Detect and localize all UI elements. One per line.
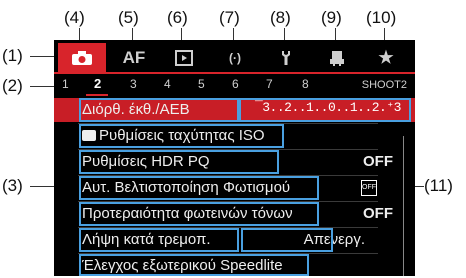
page-3[interactable]: 3 (130, 77, 137, 91)
callout-8: (8) (270, 8, 291, 27)
page-label: SHOOT2 (361, 79, 407, 91)
page-row: 1 2 3 4 5 6 7 8 SHOOT2 (54, 76, 415, 96)
highlight-htp (79, 202, 319, 226)
star-icon: ★ (378, 47, 394, 67)
tab-playback[interactable] (160, 43, 208, 72)
callout-4: (4) (64, 8, 85, 27)
highlight-exposure-value (239, 98, 411, 122)
page-6[interactable]: 6 (232, 77, 239, 91)
callout-6: (6) (167, 8, 188, 27)
tab-shooting[interactable] (58, 43, 106, 72)
callout-10: (10) (366, 8, 397, 27)
lighting-optimizer-icon: OFF (361, 180, 377, 196)
camera-menu-screen: AF (·) ★ 1 2 3 4 5 6 7 8 SHOOT2 Διόρθ. έ… (54, 40, 415, 276)
page-1[interactable]: 1 (62, 77, 69, 91)
highlight-iso (79, 124, 284, 148)
highlight-hdr (79, 150, 279, 174)
callout-7: (7) (219, 8, 240, 27)
page-5[interactable]: 5 (198, 77, 205, 91)
menu-item-value: OFF (363, 205, 393, 222)
highlight-flicker-label (79, 228, 239, 252)
menu-item-value: OFF (363, 153, 393, 170)
tab-my-menu[interactable]: ★ (362, 43, 410, 72)
callout-1: (1) (2, 46, 23, 65)
tab-underline (54, 72, 415, 74)
callout-9: (9) (321, 8, 342, 27)
menu-tab-bar: AF (·) ★ (54, 40, 415, 74)
tab-custom[interactable] (313, 43, 361, 72)
callout-2: (2) (2, 76, 23, 95)
tab-setup[interactable] (262, 43, 310, 72)
page-4[interactable]: 4 (164, 77, 171, 91)
highlight-speedlite (79, 254, 309, 276)
highlight-alo (79, 176, 319, 200)
tab-af-label: AF (122, 47, 146, 67)
tab-af[interactable]: AF (110, 43, 158, 72)
wrench-icon (282, 50, 290, 65)
camera-icon (72, 50, 92, 65)
value-column-bracket (403, 136, 404, 276)
callout-3: (3) (2, 176, 23, 195)
wireless-icon: (·) (229, 50, 241, 65)
page-7[interactable]: 7 (266, 77, 273, 91)
active-page-marker (86, 78, 108, 96)
callout-11: (11) (424, 176, 453, 195)
callout-5: (5) (118, 8, 139, 27)
highlight-exposure-label (79, 98, 239, 122)
tab-wireless[interactable]: (·) (211, 43, 259, 72)
highlight-flicker-value (241, 228, 333, 252)
playback-icon (175, 49, 193, 66)
page-8[interactable]: 8 (302, 77, 309, 91)
custom-functions-icon (330, 50, 344, 66)
